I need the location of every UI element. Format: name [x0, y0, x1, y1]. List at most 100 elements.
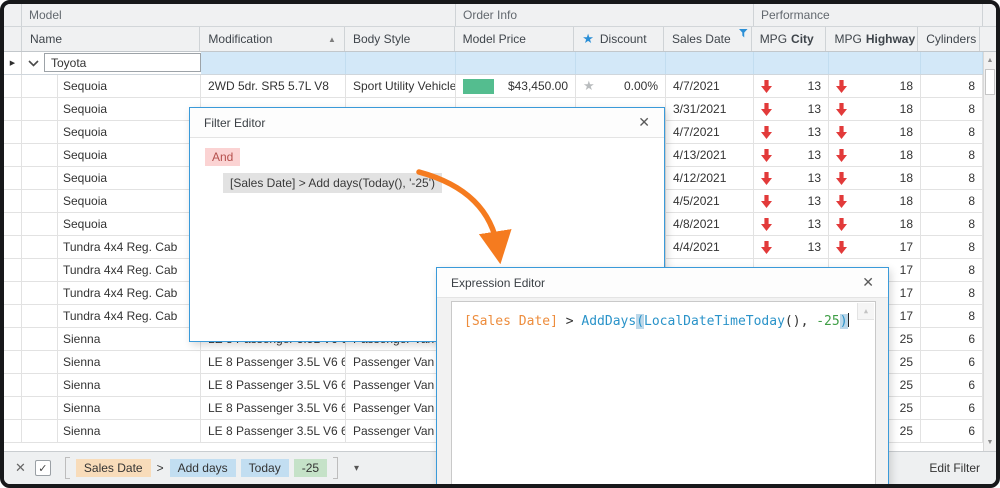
cell-mpg-city[interactable]: 13 — [754, 236, 829, 258]
column-header-mpg-highway[interactable]: MPG Highway — [826, 27, 918, 51]
cell-cylinders[interactable]: 8 — [921, 190, 983, 212]
filter-token-func[interactable]: Add days — [170, 459, 236, 477]
cell-name[interactable]: Sequoia — [58, 167, 201, 189]
cell-name[interactable]: Sequoia — [58, 98, 201, 120]
cell-cylinders[interactable]: 6 — [921, 351, 983, 373]
cell-mpg-city[interactable]: 13 — [754, 75, 829, 97]
band-performance[interactable]: Performance — [754, 4, 983, 26]
cell-name[interactable]: Sequoia — [58, 121, 201, 143]
cell-cylinders[interactable]: 6 — [921, 328, 983, 350]
cell-name[interactable]: Tundra 4x4 Reg. Cab — [58, 259, 201, 281]
cell-name[interactable]: Sienna — [58, 420, 201, 442]
cell-cylinders[interactable]: 8 — [921, 282, 983, 304]
cell-cylinders[interactable]: 8 — [921, 236, 983, 258]
cell-mpg-highway[interactable]: 18 — [829, 144, 921, 166]
close-icon[interactable]: ✕ — [862, 274, 874, 291]
close-icon[interactable]: ✕ — [638, 114, 650, 131]
cell-mpg-highway[interactable]: 17 — [829, 236, 921, 258]
cell-modification[interactable]: 2WD 5dr. SR5 5.7L V8 — [201, 75, 346, 97]
filter-funnel-icon[interactable] — [739, 29, 748, 38]
band-order-info[interactable]: Order Info — [456, 4, 754, 26]
cell-name[interactable]: Sienna — [58, 351, 201, 373]
cell-sales-date[interactable]: 4/12/2021 — [666, 167, 754, 189]
cell-cylinders[interactable]: 8 — [921, 259, 983, 281]
band-model[interactable]: Model — [22, 4, 456, 26]
cell-mpg-city[interactable]: 13 — [754, 144, 829, 166]
cell-cylinders[interactable]: 8 — [921, 305, 983, 327]
cell-mpg-city[interactable]: 13 — [754, 190, 829, 212]
cell-model-price[interactable]: $43,450.00 — [456, 75, 576, 97]
column-header-body-style[interactable]: Body Style — [345, 27, 455, 51]
cell-cylinders[interactable]: 8 — [921, 213, 983, 235]
cell-sales-date[interactable]: 3/31/2021 — [666, 98, 754, 120]
column-header-mpg-city[interactable]: MPG City — [752, 27, 827, 51]
editor-scroll-up-button[interactable]: ▲ — [857, 303, 874, 320]
cell-name[interactable]: Sienna — [58, 328, 201, 350]
table-row[interactable]: Sequoia2WD 5dr. SR5 5.7L V8Sport Utility… — [4, 75, 996, 98]
group-row[interactable]: ▶Toyota — [4, 52, 996, 75]
cell-mpg-highway[interactable]: 18 — [829, 98, 921, 120]
scrollbar-track[interactable] — [984, 95, 996, 434]
column-header-cylinders[interactable]: Cylinders — [918, 27, 980, 51]
cell-cylinders[interactable]: 6 — [921, 374, 983, 396]
cell-cylinders[interactable]: 8 — [921, 121, 983, 143]
cell-sales-date[interactable]: 4/8/2021 — [666, 213, 754, 235]
filter-token-value[interactable]: -25 — [294, 459, 327, 477]
cell-name[interactable]: Sequoia — [58, 190, 201, 212]
vertical-scrollbar[interactable]: ▲ ▼ — [983, 52, 996, 451]
cell-name[interactable]: Tundra 4x4 Reg. Cab — [58, 236, 201, 258]
dialog-titlebar[interactable]: Filter Editor ✕ — [190, 108, 664, 138]
filter-enabled-checkbox[interactable]: ✓ — [35, 460, 51, 476]
filter-operator-badge[interactable]: And — [205, 148, 240, 166]
cell-sales-date[interactable]: 4/7/2021 — [666, 75, 754, 97]
column-header-name[interactable]: Name — [22, 27, 200, 51]
cell-name[interactable]: Sequoia — [58, 75, 201, 97]
cell-sales-date[interactable]: 4/4/2021 — [666, 236, 754, 258]
cell-name[interactable]: Sienna — [58, 374, 201, 396]
cell-cylinders[interactable]: 8 — [921, 144, 983, 166]
cell-mpg-highway[interactable]: 18 — [829, 213, 921, 235]
cell-cylinders[interactable]: 8 — [921, 75, 983, 97]
cell-mpg-city[interactable]: 13 — [754, 167, 829, 189]
cell-mpg-highway[interactable]: 18 — [829, 75, 921, 97]
cell-mpg-city[interactable]: 13 — [754, 121, 829, 143]
cell-modification[interactable]: LE 8 Passenger 3.5L V6 6A — [201, 397, 346, 419]
column-header-modification[interactable]: Modification ▲ — [200, 27, 345, 51]
cell-body-style[interactable]: Sport Utility Vehicle — [346, 75, 456, 97]
cell-cylinders[interactable]: 6 — [921, 397, 983, 419]
scrollbar-thumb[interactable] — [985, 69, 995, 95]
cell-name[interactable]: Tundra 4x4 Reg. Cab — [58, 305, 201, 327]
cell-cylinders[interactable]: 8 — [921, 98, 983, 120]
column-header-discount[interactable]: ★ Discount — [574, 27, 664, 51]
cell-sales-date[interactable]: 4/13/2021 — [666, 144, 754, 166]
scroll-down-button[interactable]: ▼ — [984, 434, 996, 451]
cell-name[interactable]: Sienna — [58, 397, 201, 419]
cell-mpg-highway[interactable]: 18 — [829, 190, 921, 212]
cell-modification[interactable]: LE 8 Passenger 3.5L V6 6A — [201, 374, 346, 396]
group-value-box[interactable]: Toyota — [44, 53, 201, 72]
cell-mpg-city[interactable]: 13 — [754, 98, 829, 120]
filter-token-op[interactable]: > — [156, 459, 165, 477]
cell-name[interactable]: Tundra 4x4 Reg. Cab — [58, 282, 201, 304]
column-header-model-price[interactable]: Model Price — [455, 27, 575, 51]
cell-mpg-highway[interactable]: 18 — [829, 121, 921, 143]
cell-modification[interactable]: LE 8 Passenger 3.5L V6 6A — [201, 351, 346, 373]
filter-token-field[interactable]: Sales Date — [76, 459, 151, 477]
filter-condition-chip[interactable]: [Sales Date] > Add days(Today(), '-25') — [223, 173, 442, 193]
filter-dropdown-caret-icon[interactable]: ▾ — [354, 463, 359, 474]
dialog-titlebar[interactable]: Expression Editor ✕ — [437, 268, 888, 298]
cell-sales-date[interactable]: 4/7/2021 — [666, 121, 754, 143]
cell-name[interactable]: Sequoia — [58, 213, 201, 235]
group-collapse-button[interactable] — [22, 52, 44, 74]
cell-sales-date[interactable]: 4/5/2021 — [666, 190, 754, 212]
cell-mpg-highway[interactable]: 18 — [829, 167, 921, 189]
cell-cylinders[interactable]: 8 — [921, 167, 983, 189]
cell-cylinders[interactable]: 6 — [921, 420, 983, 442]
cell-modification[interactable]: LE 8 Passenger 3.5L V6 6A — [201, 420, 346, 442]
expression-code-editor[interactable]: [Sales Date] > AddDays(LocalDateTimeToda… — [451, 301, 876, 488]
cell-discount[interactable]: ★0.00% — [576, 75, 666, 97]
edit-filter-button[interactable]: Edit Filter — [929, 461, 980, 475]
cell-name[interactable]: Sequoia — [58, 144, 201, 166]
column-header-sales-date[interactable]: Sales Date — [664, 27, 752, 51]
filter-token-func[interactable]: Today — [241, 459, 289, 477]
